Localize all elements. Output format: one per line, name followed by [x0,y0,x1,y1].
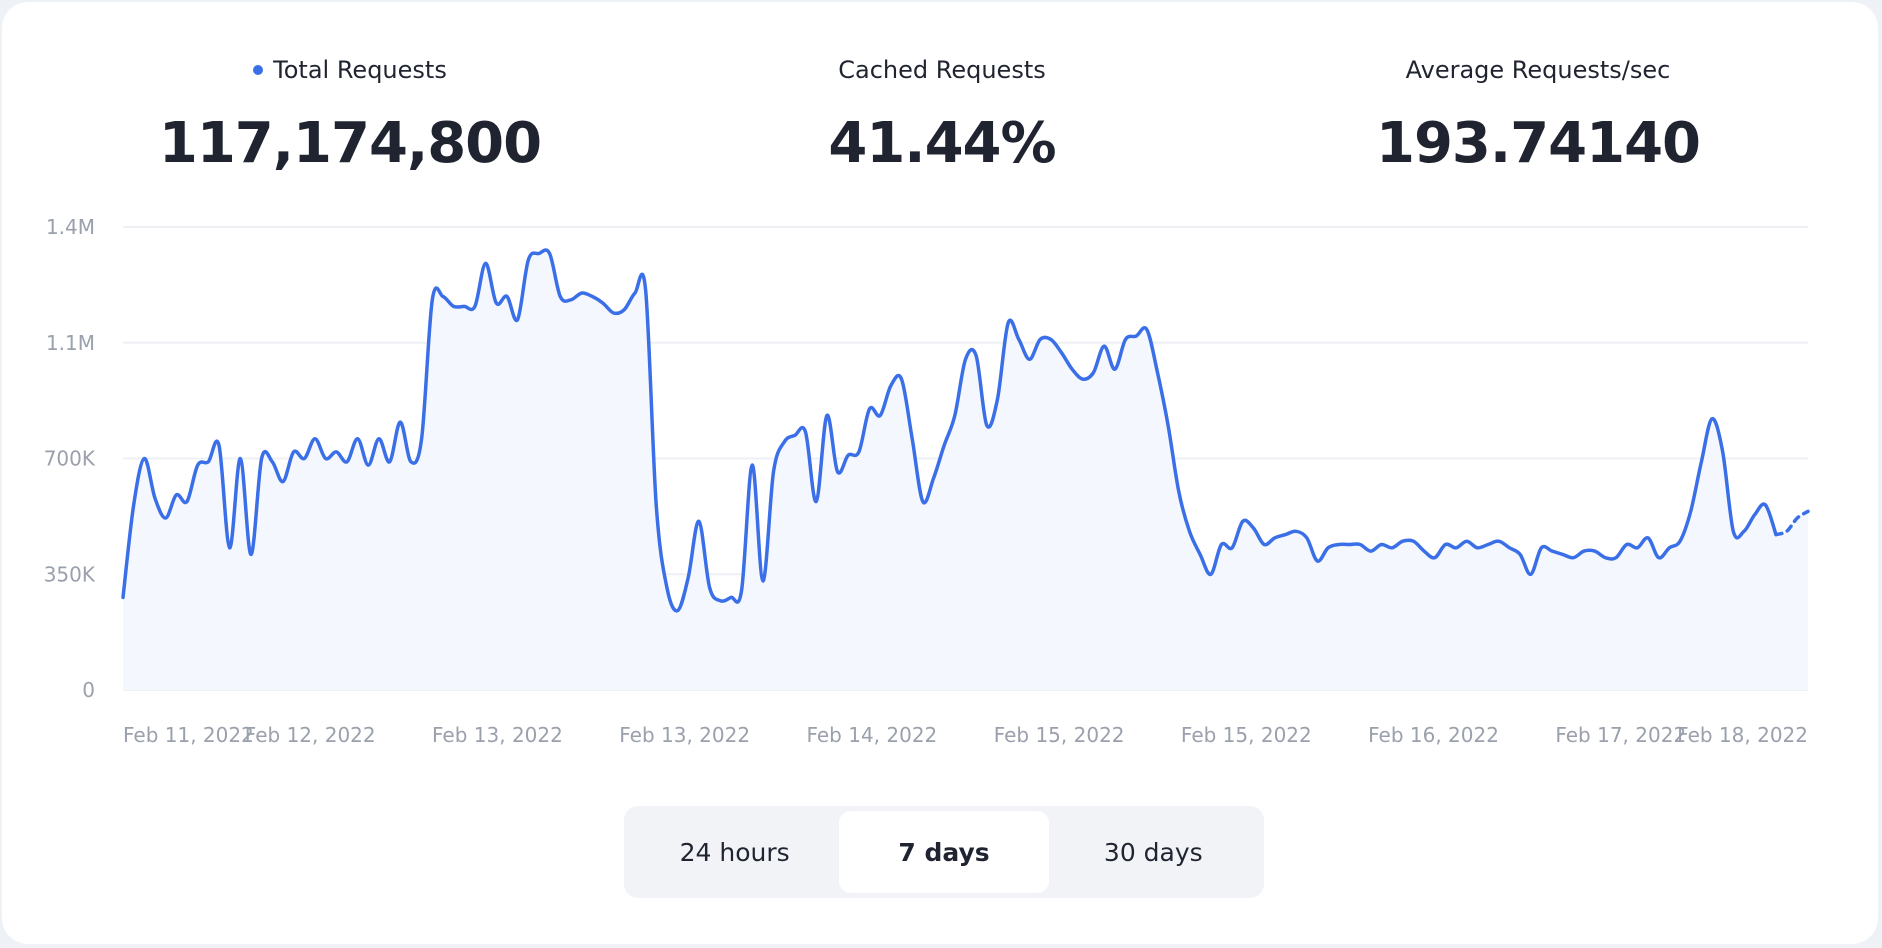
y-tick-label: 700K [44,447,96,471]
analytics-card: Total Requests 117,174,800 Cached Reques… [2,2,1878,944]
requests-area-chart: 0 350K 700K 1.1M 1.4M Feb 11, 2022Feb 12, 20… [44,215,1810,747]
x-axis-labels: Feb 11, 2022Feb 12, 2022 Feb 13, 2022 Feb … [123,723,1808,747]
y-tick-label: 1.1M [46,331,95,355]
x-tick-label: Feb 16, 2022 [1368,723,1499,747]
time-range-selector: 24 hours 7 days 30 days [624,806,1264,898]
x-tick-label: Feb 18, 2022 [1677,723,1808,747]
range-30-days-button[interactable]: 30 days [1049,811,1258,893]
y-tick-label: 1.4M [46,215,95,239]
x-tick-label: Feb 14, 2022 [806,723,937,747]
x-tick-label: Feb 13, 2022 [619,723,750,747]
y-tick-label: 350K [44,562,96,586]
series-area-fill [123,250,1808,691]
x-tick-label: Feb 13, 2022 [432,723,563,747]
x-tick-label: Feb 11, 2022 [123,723,254,747]
range-7-days-button[interactable]: 7 days [839,811,1049,893]
x-tick-label: Feb 12, 2022 [245,723,376,747]
x-tick-label: Feb 15, 2022 [994,723,1125,747]
y-axis-labels: 0 350K 700K 1.1M 1.4M [44,215,96,702]
x-tick-label: Feb 17, 2022 [1555,723,1686,747]
y-tick-label: 0 [82,678,95,702]
series-layer [121,248,1810,691]
range-24-hours-button[interactable]: 24 hours [630,811,839,893]
x-tick-label: Feb 15, 2022 [1181,723,1312,747]
